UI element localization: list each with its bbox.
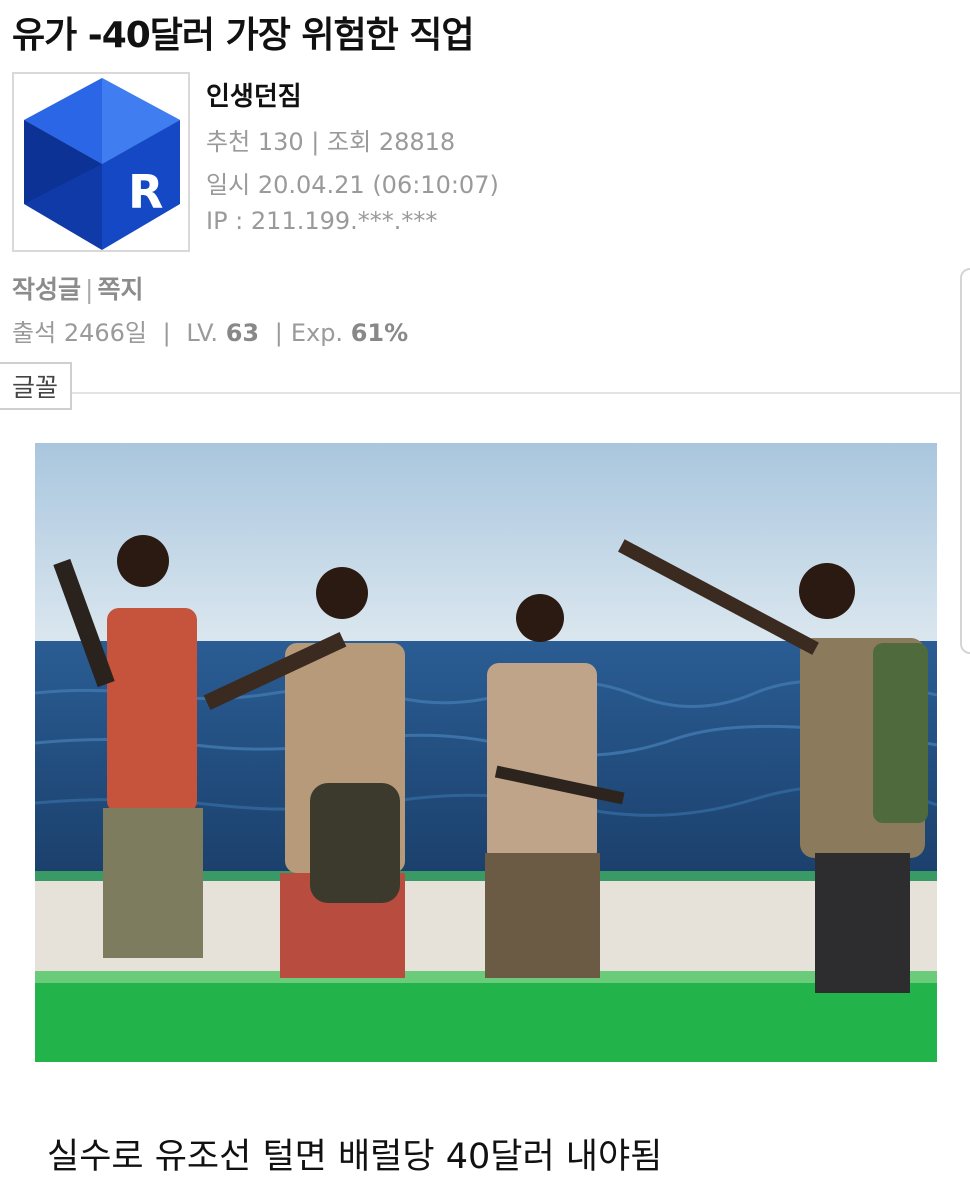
date-label: 일시 [206, 171, 251, 199]
separator: | [85, 275, 94, 304]
pirates-on-boat-image [35, 443, 937, 1062]
date-value: 20.04.21 (06:10:07) [257, 171, 499, 199]
level-value: 63 [225, 319, 260, 347]
post-title: 유가 -40달러 가장 위험한 직업 [12, 15, 474, 56]
ip-label: IP : [206, 207, 244, 235]
message-link[interactable]: 쪽지 [97, 275, 143, 304]
separator: | [311, 128, 320, 156]
author-links: 작성글 | 쪽지 [12, 270, 143, 306]
views-label: 조회 [327, 128, 372, 156]
ip-line: IP : 211.199.***.*** [206, 207, 437, 235]
author-name[interactable]: 인생던짐 [206, 76, 302, 113]
exp-value: 61% [350, 319, 409, 347]
separator: | [274, 319, 283, 347]
recommend-label: 추천 [206, 128, 251, 156]
attendance-label: 출석 [12, 319, 57, 347]
attendance-value: 2466일 [63, 319, 147, 347]
blue-cube-r-logo-icon: R [24, 78, 180, 250]
scroll-handle[interactable] [960, 268, 970, 654]
content-divider [72, 392, 970, 394]
written-posts-link[interactable]: 작성글 [12, 275, 81, 304]
views-count: 28818 [378, 128, 456, 156]
post-photo [35, 443, 937, 1062]
exp-label: Exp. [290, 319, 344, 347]
recommend-views-line: 추천 130 | 조회 28818 [206, 122, 455, 157]
level-label: LV. [186, 319, 219, 347]
author-stats: 출석 2466일 | LV. 63 | Exp. 61% [12, 313, 408, 348]
author-avatar[interactable]: R [12, 72, 190, 252]
separator: | [162, 319, 171, 347]
recommend-count: 130 [257, 128, 304, 156]
font-button[interactable]: 글꼴 [0, 362, 72, 410]
post-caption: 실수로 유조선 털면 배럴당 40달러 내야됨 [47, 1137, 663, 1177]
post-date-line: 일시 20.04.21 (06:10:07) [206, 165, 499, 200]
ip-value: 211.199.***.*** [250, 207, 438, 235]
avatar-letter: R [128, 165, 163, 219]
